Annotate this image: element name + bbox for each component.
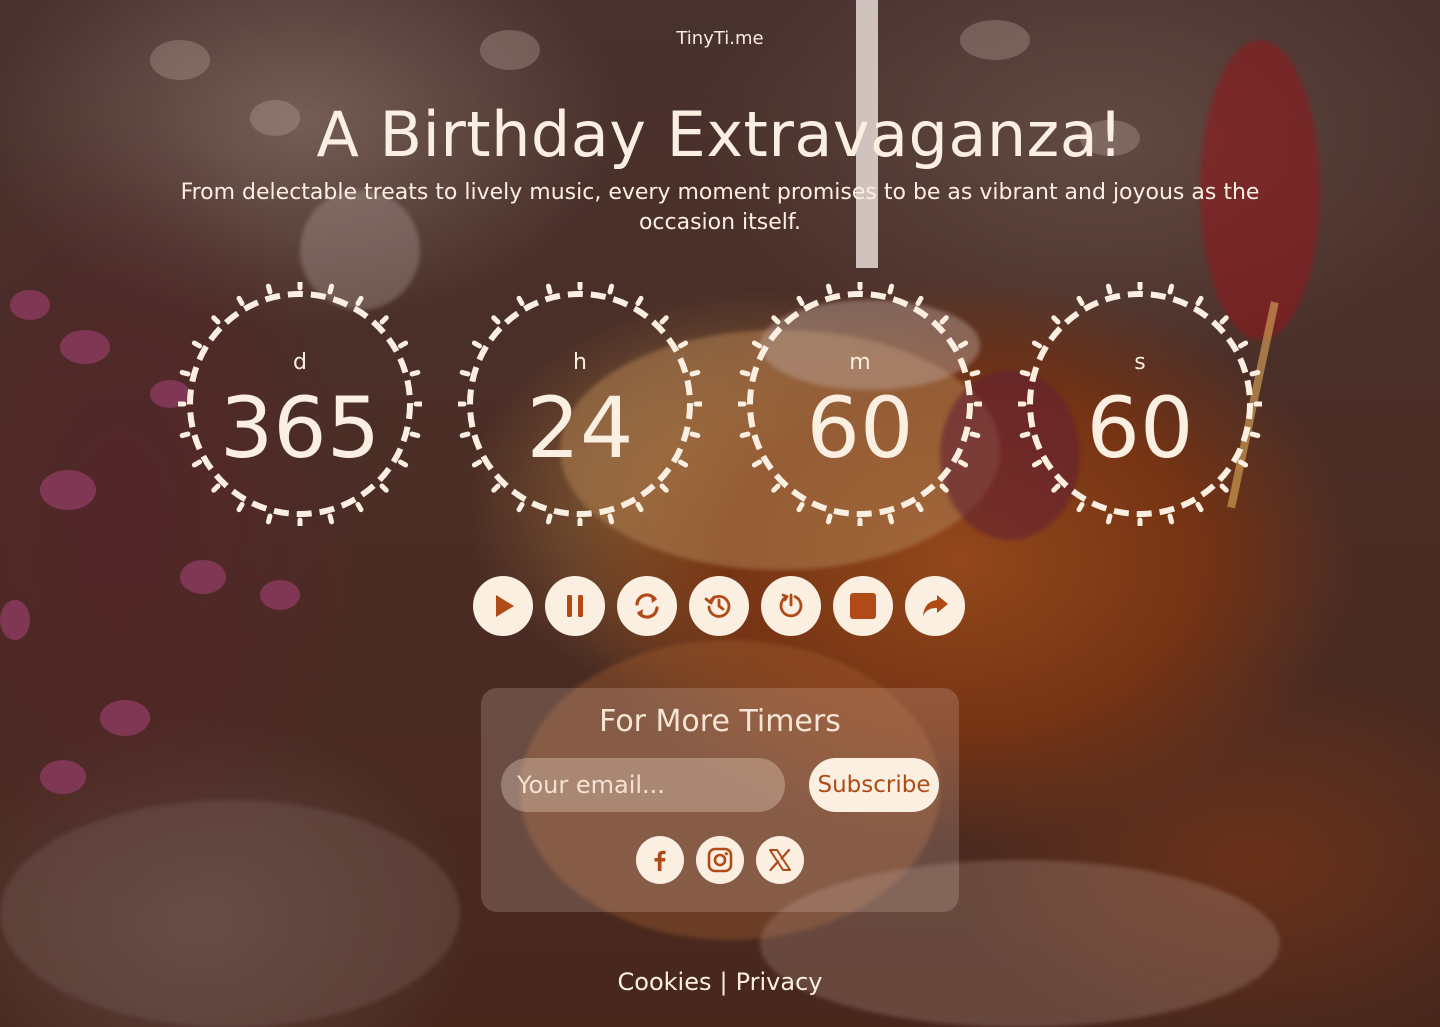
reset-button[interactable]: [761, 576, 821, 636]
history-icon: [704, 595, 731, 618]
share-button[interactable]: [905, 576, 965, 636]
seconds-label: s: [1134, 350, 1146, 375]
hours-label: h: [573, 350, 587, 375]
x-icon: [769, 848, 791, 872]
newsletter-card: For More Timers Subscribe: [481, 688, 959, 912]
restart-button[interactable]: [617, 576, 677, 636]
footer: Cookies | Privacy: [0, 968, 1440, 996]
newsletter-heading: For More Timers: [599, 704, 841, 739]
timer-controls: [473, 576, 967, 638]
brand-logo[interactable]: TinyTi.me: [0, 28, 1440, 49]
pause-button[interactable]: [545, 576, 605, 636]
seconds-value: 60: [1086, 379, 1194, 477]
pause-icon: [567, 595, 583, 617]
instagram-icon: [707, 847, 733, 873]
page-title: A Birthday Extravaganza!: [316, 98, 1124, 171]
days-label: d: [293, 350, 307, 375]
minutes-value: 60: [806, 379, 914, 477]
days-value: 365: [219, 379, 381, 477]
facebook-link[interactable]: [636, 836, 684, 884]
x-link[interactable]: [756, 836, 804, 884]
timer-days: d 365: [178, 282, 422, 526]
refresh-icon: [635, 593, 659, 619]
timer-hours: h 24: [458, 282, 702, 526]
facebook-icon: [654, 850, 666, 871]
play-icon: [496, 595, 514, 617]
history-button[interactable]: [689, 576, 749, 636]
hours-value: 24: [526, 379, 634, 477]
stop-icon: [850, 593, 876, 619]
cookies-link[interactable]: Cookies: [618, 968, 712, 996]
share-icon: [923, 595, 948, 616]
subscribe-button[interactable]: Subscribe: [809, 758, 939, 812]
timer-seconds: s 60: [1018, 282, 1262, 526]
countdown-timer: d 365 h 24 m 60 s 60: [178, 282, 1268, 532]
stop-button[interactable]: [833, 576, 893, 636]
email-field[interactable]: [501, 758, 785, 812]
play-button[interactable]: [473, 576, 533, 636]
instagram-link[interactable]: [696, 836, 744, 884]
privacy-link[interactable]: Privacy: [736, 968, 823, 996]
minutes-label: m: [849, 350, 871, 375]
timer-reset-icon: [779, 593, 803, 618]
page-subtitle: From delectable treats to lively music, …: [180, 180, 1260, 235]
timer-minutes: m 60: [738, 282, 982, 526]
footer-separator: |: [719, 968, 728, 996]
